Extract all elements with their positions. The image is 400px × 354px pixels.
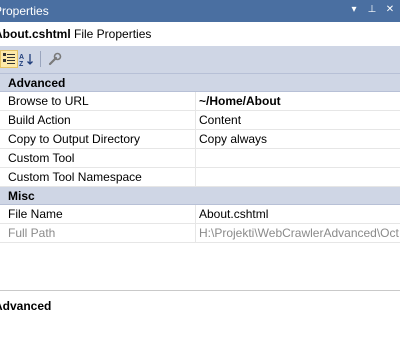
dropdown-arrow-icon[interactable]: ▾ [347, 3, 361, 17]
description-pane: Advanced [0, 290, 400, 354]
property-name: Custom Tool Namespace [0, 168, 196, 186]
property-row-build-action[interactable]: Build Action Content [0, 111, 400, 130]
property-row-custom-tool[interactable]: Custom Tool [0, 149, 400, 168]
grid-empty-area [0, 246, 400, 292]
property-grid: Advanced Browse to URL ~/Home/About Buil… [0, 74, 400, 243]
property-name: Custom Tool [0, 149, 196, 167]
property-value[interactable]: Content [196, 111, 400, 129]
property-row-file-name[interactable]: File Name About.cshtml [0, 205, 400, 224]
property-value[interactable]: Copy always [196, 130, 400, 148]
property-value[interactable] [196, 168, 400, 186]
property-name: File Name [0, 205, 196, 223]
window-title: Properties [0, 4, 49, 18]
property-row-copy-to-output[interactable]: Copy to Output Directory Copy always [0, 130, 400, 149]
description-title: Advanced [0, 299, 52, 313]
categorized-button[interactable] [0, 50, 18, 68]
object-type: File Properties [74, 27, 152, 41]
wrench-icon [48, 52, 62, 66]
properties-title-bar: Properties ▾ ⊥ ✕ [0, 0, 400, 22]
property-row-full-path[interactable]: Full Path H:\Projekti\WebCrawlerAdvanced… [0, 224, 400, 243]
property-name: Build Action [0, 111, 196, 129]
properties-toolbar: A Z [0, 46, 400, 74]
property-row-browse-to-url[interactable]: Browse to URL ~/Home/About [0, 92, 400, 111]
category-misc[interactable]: Misc [0, 187, 400, 205]
property-row-custom-tool-namespace[interactable]: Custom Tool Namespace [0, 168, 400, 187]
property-name: Browse to URL [0, 92, 196, 110]
property-value[interactable]: ~/Home/About [196, 92, 400, 110]
svg-text:A: A [19, 54, 24, 61]
alphabetical-icon: A Z [19, 54, 33, 66]
property-pages-button[interactable] [46, 50, 64, 68]
object-selector[interactable]: About.cshtml File Properties [0, 22, 400, 46]
pin-icon[interactable]: ⊥ [365, 3, 379, 17]
property-name: Full Path [0, 224, 196, 242]
property-value: H:\Projekti\WebCrawlerAdvanced\Oct [199, 226, 399, 240]
toolbar-separator [40, 51, 41, 67]
close-icon[interactable]: ✕ [383, 3, 397, 17]
categorized-icon [3, 53, 15, 64]
svg-text:Z: Z [19, 61, 24, 66]
property-value[interactable]: About.cshtml [196, 205, 400, 223]
object-name: About.cshtml [0, 27, 71, 41]
property-value[interactable] [196, 149, 400, 167]
property-name: Copy to Output Directory [0, 130, 196, 148]
alphabetical-button[interactable]: A Z [18, 50, 36, 68]
category-advanced[interactable]: Advanced [0, 74, 400, 92]
